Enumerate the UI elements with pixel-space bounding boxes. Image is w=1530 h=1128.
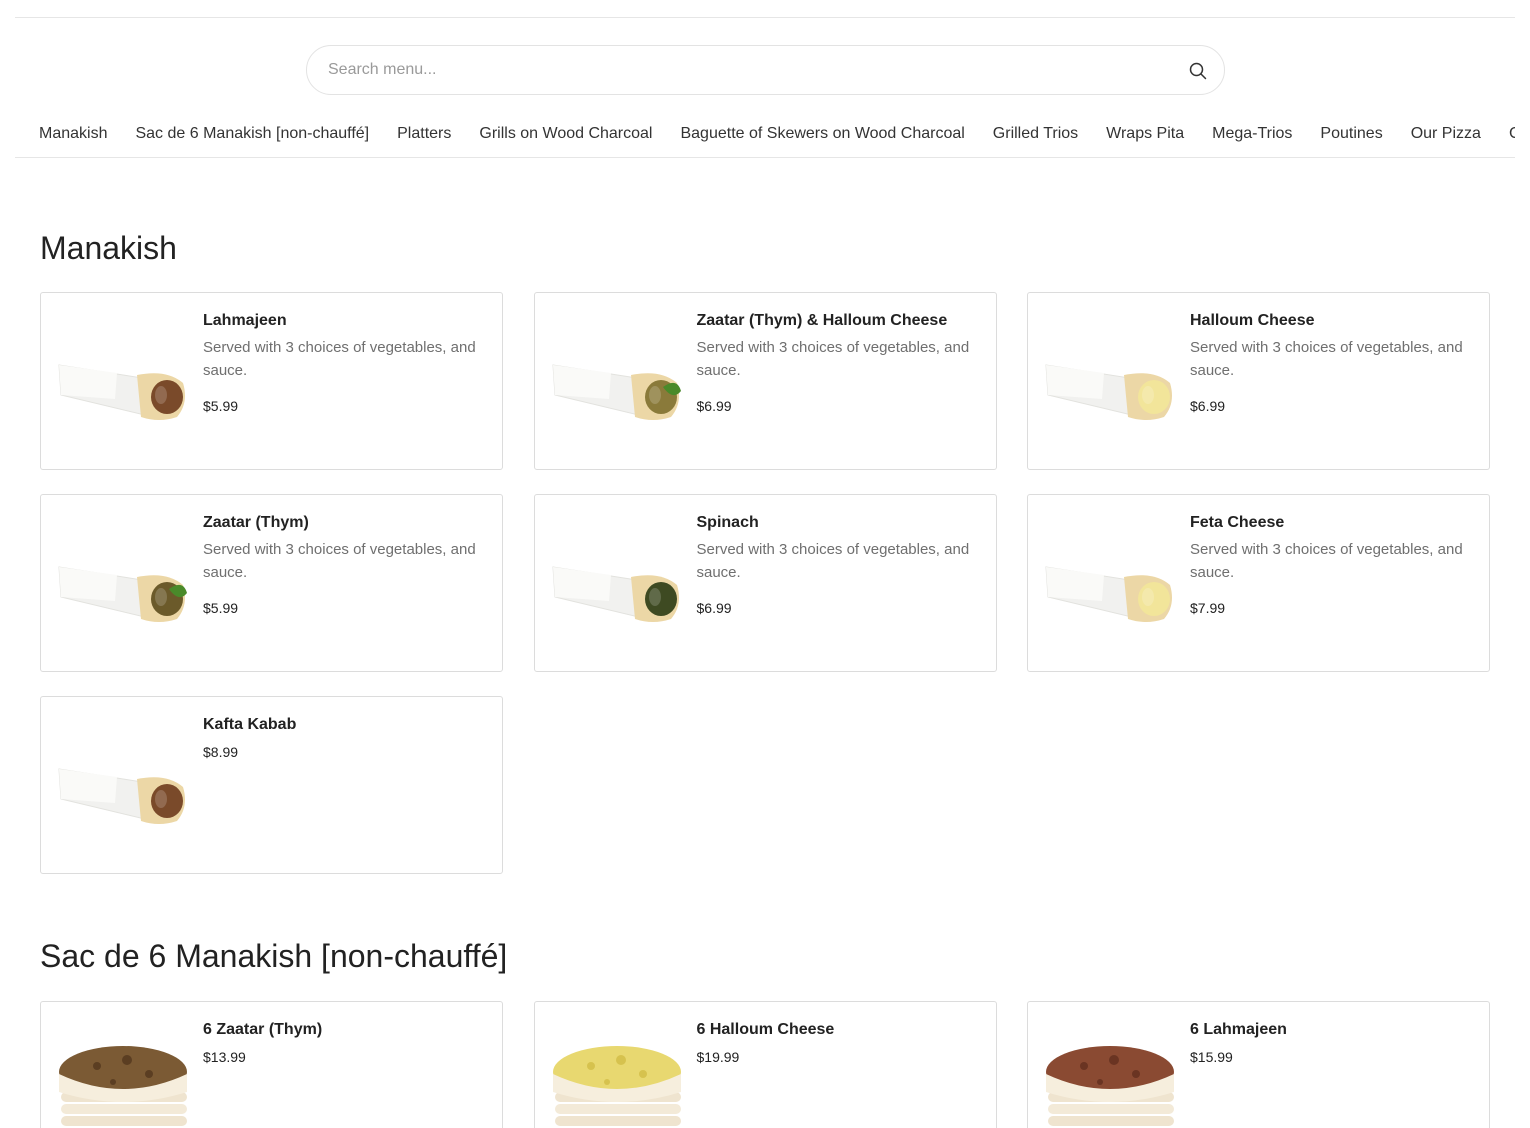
- category-tab[interactable]: Mega-Trios: [1212, 125, 1292, 143]
- menu-item-card[interactable]: Kafta Kabab $8.99: [40, 696, 503, 874]
- category-nav: Manakish Sac de 6 Manakish [non-chauffé] P…: [15, 111, 1515, 158]
- menu-item-image: [57, 1024, 187, 1128]
- menu-item-description: Served with 3 choices of vegetables, and…: [203, 541, 476, 581]
- menu-item-image: [1044, 317, 1174, 447]
- category-tab[interactable]: Grills on Wood Charcoal: [479, 125, 652, 143]
- section-title-manakish: Manakish: [40, 230, 177, 266]
- menu-item-image: [57, 519, 187, 649]
- menu-item-description: Served with 3 choices of vegetables, and…: [696, 541, 970, 581]
- menu-item-price: $13.99: [203, 1049, 246, 1065]
- menu-item-image: [551, 317, 681, 447]
- menu-item-name: Halloum Cheese: [1190, 312, 1315, 329]
- menu-item-description: Served with 3 choices of vegetables, and…: [1190, 541, 1463, 581]
- menu-item-card[interactable]: Lahmajeen Served with 3 choices of vegeta…: [40, 292, 503, 470]
- section-title-sac-de-6: Sac de 6 Manakish [non-chauffé]: [40, 938, 508, 974]
- menu-grid-manakish: Lahmajeen Served with 3 choices of vegeta…: [40, 292, 1490, 874]
- category-tab[interactable]: Sac de 6 Manakish [non-chauffé]: [135, 125, 369, 143]
- menu-item-price: $8.99: [203, 744, 239, 760]
- menu-item-price: $5.99: [203, 398, 239, 414]
- menu-item-description: Served with 3 choices of vegetables, and…: [203, 339, 476, 379]
- top-divider: [15, 17, 1515, 18]
- category-tab[interactable]: Baguette of Skewers on Wood Charcoal: [680, 125, 964, 143]
- menu-item-description: Served with 3 choices of vegetables, and…: [1190, 339, 1463, 379]
- menu-item-card[interactable]: Halloum Cheese Served with 3 choices of v…: [1027, 292, 1490, 470]
- menu-item-name: Spinach: [696, 514, 759, 531]
- search-icon[interactable]: [1186, 59, 1210, 83]
- category-tab[interactable]: C: [1509, 125, 1515, 143]
- menu-item-name: Feta Cheese: [1190, 514, 1285, 531]
- search-input[interactable]: [308, 47, 1168, 93]
- menu-item-image: [57, 721, 187, 851]
- menu-item-image: [1044, 519, 1174, 649]
- category-tab[interactable]: Grilled Trios: [993, 125, 1078, 143]
- menu-item-name: Zaatar (Thym) & Halloum Cheese: [696, 312, 948, 329]
- menu-item-card[interactable]: 6 Zaatar (Thym) $13.99: [40, 1001, 503, 1128]
- menu-item-card[interactable]: 6 Lahmajeen $15.99: [1027, 1001, 1490, 1128]
- menu-item-name: 6 Halloum Cheese: [696, 1021, 835, 1038]
- menu-item-price: $15.99: [1190, 1049, 1233, 1065]
- menu-grid-sac-de-6: 6 Zaatar (Thym) $13.99 6 Halloum Cheese $1…: [40, 1001, 1490, 1128]
- menu-item-image: [1044, 1024, 1174, 1128]
- menu-item-image: [57, 317, 187, 447]
- menu-item-price: $6.99: [1190, 398, 1226, 414]
- menu-item-price: $6.99: [696, 398, 732, 414]
- menu-item-price: $19.99: [696, 1049, 740, 1065]
- menu-item-card[interactable]: 6 Halloum Cheese $19.99: [533, 1001, 997, 1128]
- category-tab[interactable]: Manakish: [39, 125, 107, 143]
- category-tab[interactable]: Wraps Pita: [1106, 125, 1184, 143]
- category-tab[interactable]: Platters: [397, 125, 451, 143]
- menu-item-card[interactable]: Spinach Served with 3 choices of vegetabl…: [533, 494, 997, 672]
- menu-item-price: $5.99: [203, 600, 239, 616]
- menu-item-price: $7.99: [1190, 600, 1226, 616]
- menu-item-card[interactable]: Zaatar (Thym) & Halloum Cheese Served wit…: [533, 292, 997, 470]
- search-bar: [306, 45, 1225, 95]
- menu-item-name: Kafta Kabab: [203, 716, 297, 733]
- category-tab[interactable]: Our Pizza: [1411, 125, 1481, 143]
- menu-item-name: Lahmajeen: [203, 312, 287, 329]
- menu-item-name: 6 Lahmajeen: [1190, 1021, 1287, 1038]
- menu-item-image: [551, 1024, 681, 1128]
- menu-item-image: [551, 519, 681, 649]
- category-tab[interactable]: Poutines: [1320, 125, 1382, 143]
- menu-item-price: $6.99: [696, 600, 732, 616]
- menu-item-description: Served with 3 choices of vegetables, and…: [696, 339, 970, 379]
- menu-item-name: Zaatar (Thym): [203, 514, 309, 531]
- menu-item-name: 6 Zaatar (Thym): [203, 1021, 323, 1038]
- menu-item-card[interactable]: Feta Cheese Served with 3 choices of vege…: [1027, 494, 1490, 672]
- menu-item-card[interactable]: Zaatar (Thym) Served with 3 choices of ve…: [40, 494, 503, 672]
